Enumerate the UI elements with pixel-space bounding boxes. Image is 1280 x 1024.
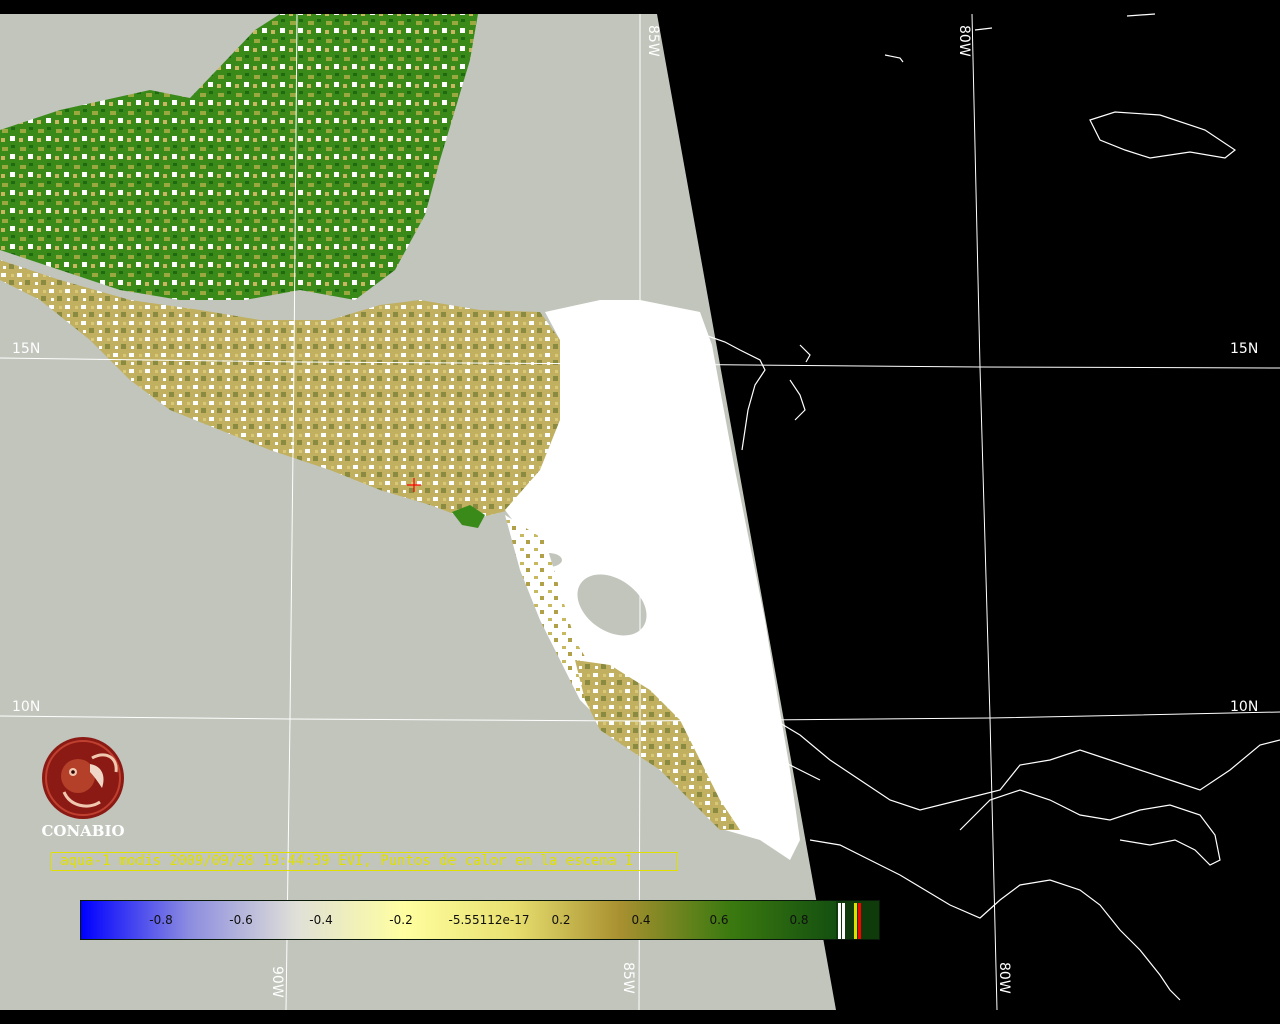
colorbar-end-stripe — [842, 903, 845, 939]
lon-label-90w-bottom: 90W — [269, 966, 285, 998]
colorbar-tick-label: 0.4 — [631, 913, 651, 927]
logo-text: CONABIO — [41, 822, 125, 840]
colorbar-tick-label: 0.6 — [709, 913, 729, 927]
colorbar-tick-label: -0.8 — [149, 913, 173, 927]
lat-label-10n-right: 10N — [1230, 699, 1259, 715]
conabio-logo: CONABIO — [36, 736, 130, 842]
macaw-icon — [42, 737, 124, 819]
colorbar-end-stripe — [838, 903, 841, 939]
colorbar-end-stripe — [858, 903, 861, 939]
lat-label-10n-left: 10N — [12, 699, 41, 715]
colorbar-tick-label: -0.4 — [309, 913, 333, 927]
map-view: 15N 15N 10N 10N 85W 80W 90W 85W 80W CONA… — [0, 0, 1280, 1024]
lat-label-15n-left: 15N — [12, 341, 41, 357]
lon-label-80w-bottom: 80W — [996, 962, 1012, 994]
colorbar-tick-label: 0.2 — [551, 913, 571, 927]
colorbar-end-block — [836, 901, 879, 939]
lon-label-85w-bottom: 85W — [620, 962, 636, 994]
lon-label-85w-top: 85W — [645, 25, 661, 57]
colorbar-tick-label: -0.2 — [389, 913, 413, 927]
colorbar-end-stripe — [854, 903, 857, 939]
lat-label-15n-right: 15N — [1230, 341, 1259, 357]
colorbar-legend: -0.8 -0.6 -0.4 -0.2 -5.55112e-17 0.2 0.4 0.6 0.8 — [80, 900, 880, 940]
colorbar-tick-label: -5.55112e-17 — [448, 913, 530, 927]
colorbar-tick-label: -0.6 — [229, 913, 253, 927]
lon-label-80w-top: 80W — [956, 25, 972, 57]
colorbar-tick-label: 0.8 — [789, 913, 809, 927]
product-label: aqua-1 modis 2009/09/28 19:44:39 EVI, Pu… — [51, 852, 678, 871]
